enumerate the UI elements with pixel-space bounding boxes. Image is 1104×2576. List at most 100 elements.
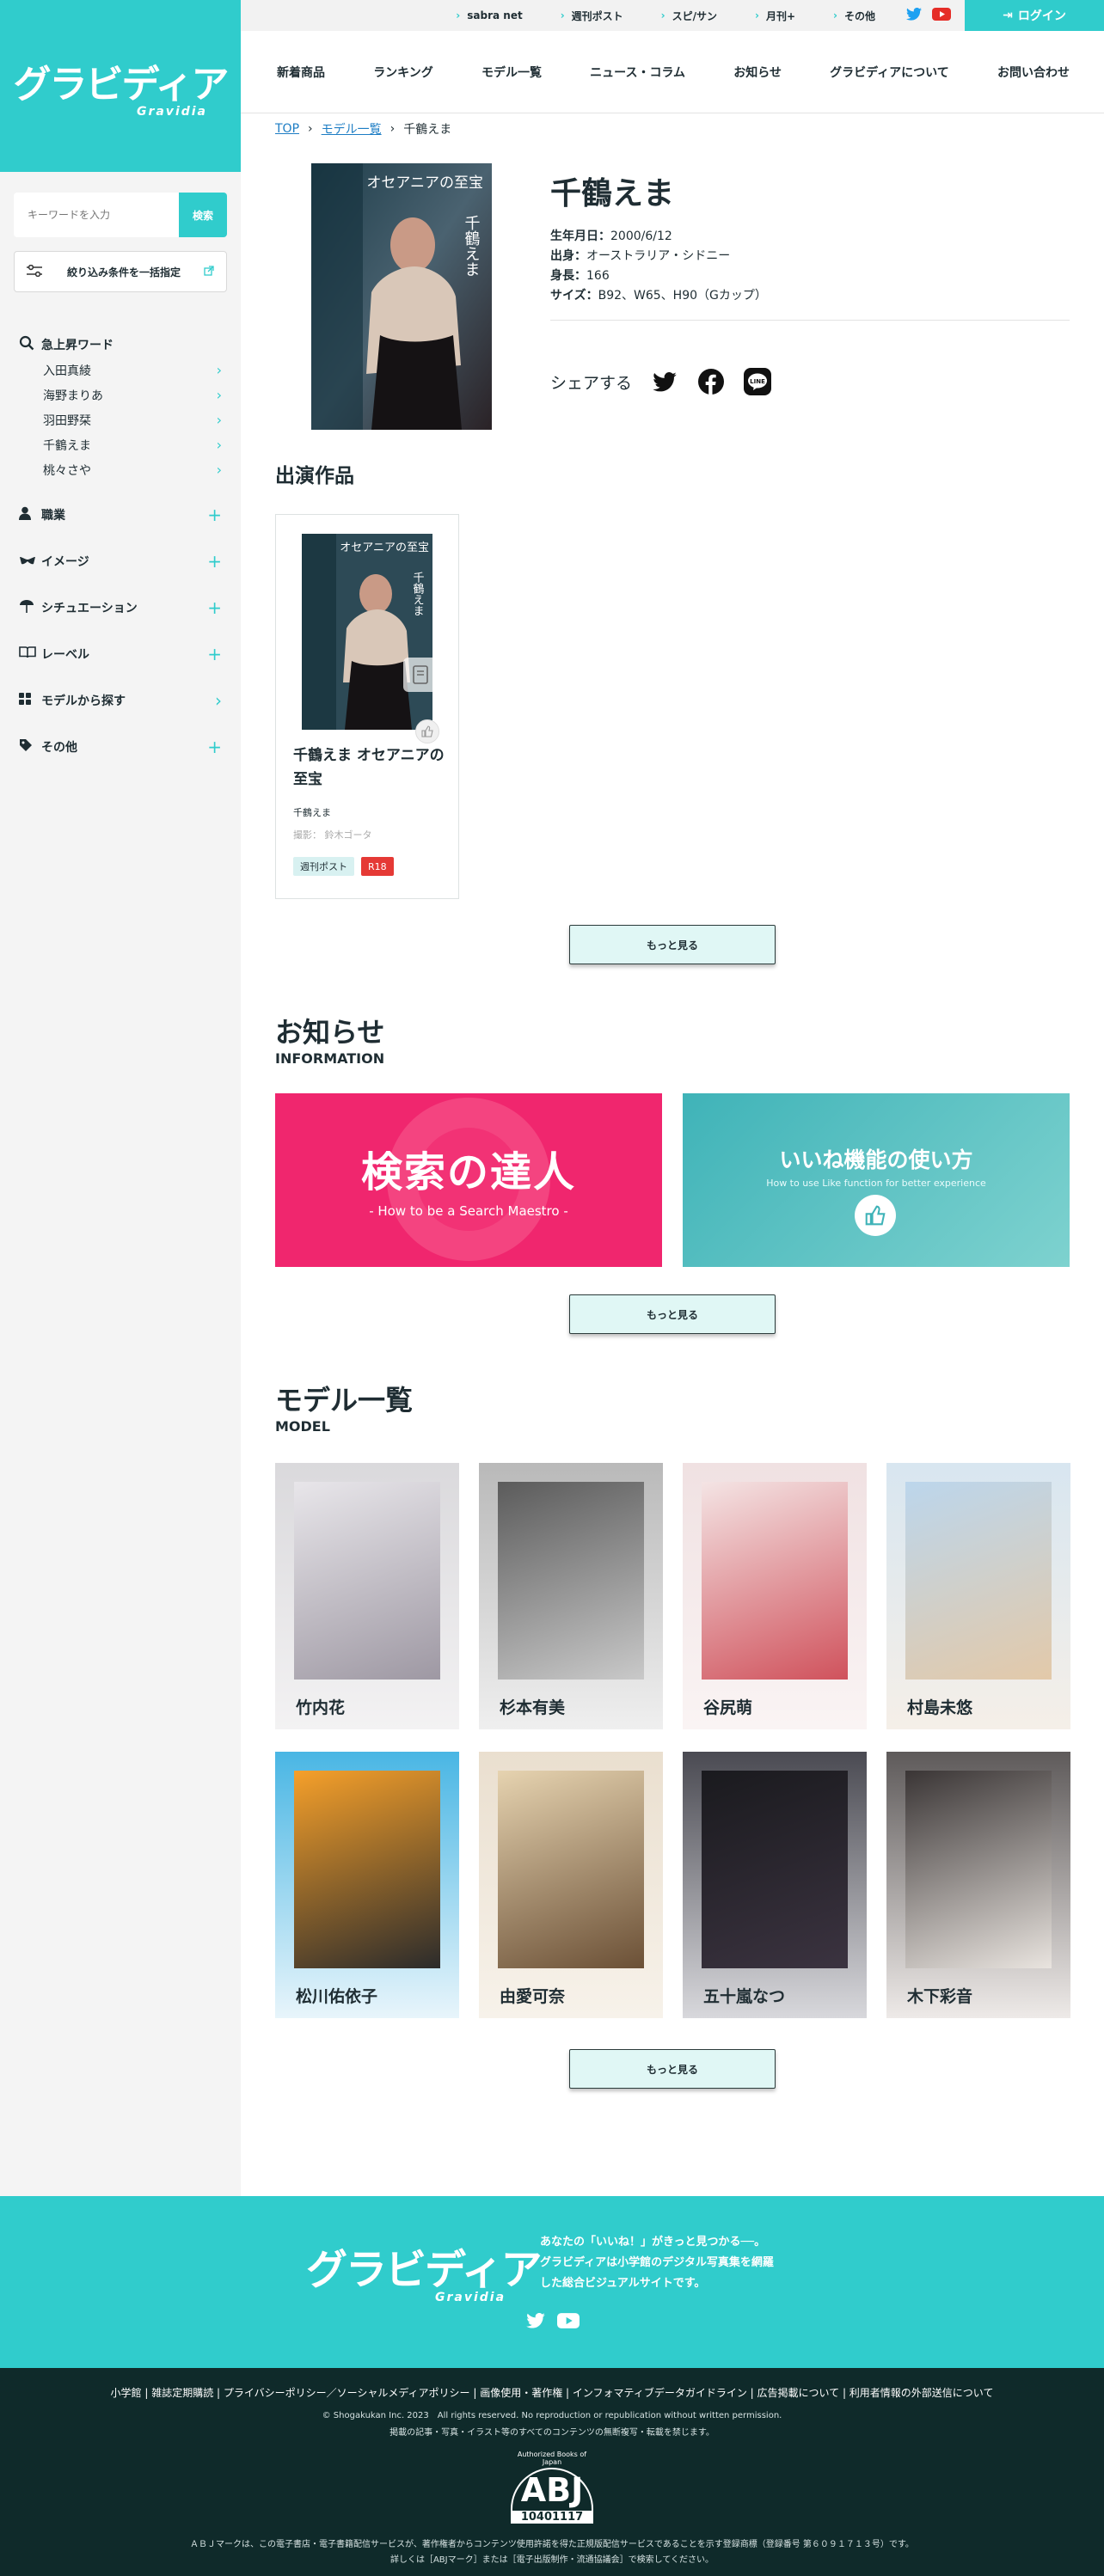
- model-card[interactable]: 竹内花: [275, 1463, 459, 1729]
- category-occupation[interactable]: 職業 +: [19, 502, 222, 528]
- filter-label: 絞り込み条件を一括指定: [66, 266, 181, 278]
- model-name: 木下彩音: [907, 1987, 973, 2006]
- trend-item[interactable]: 羽田野栞 ›: [19, 407, 222, 432]
- topbar-link[interactable]: › 月刊+: [755, 9, 795, 23]
- work-cover-title: オセアニアの至宝: [340, 542, 429, 554]
- nav-models[interactable]: モデル一覧: [481, 64, 542, 81]
- nav-new[interactable]: 新着商品: [277, 64, 325, 81]
- trend-item[interactable]: 桃々さや ›: [19, 457, 222, 482]
- beach-umbrella-icon: [19, 598, 41, 617]
- topbar-link[interactable]: › 週刊ポスト: [561, 9, 623, 23]
- model-photo: [702, 1771, 848, 1968]
- footer-links[interactable]: 小学館 | 雑誌定期購読 | プライバシーポリシー／ソーシャルメディアポリシー …: [0, 2385, 1104, 2400]
- r18-badge: R18: [361, 857, 394, 876]
- news-heading: お知らせ: [275, 1016, 385, 1049]
- abj-note-1: ＡＢＪマークは、この電子書店・電子書籍配信サービスが、著作権者からコンテンツ使用…: [190, 2540, 914, 2549]
- facebook-share-icon[interactable]: [697, 368, 725, 395]
- nav-ranking[interactable]: ランキング: [373, 64, 433, 81]
- model-card[interactable]: 谷尻萌: [683, 1463, 867, 1729]
- login-icon: ⇥: [1003, 9, 1013, 22]
- twitter-icon[interactable]: [526, 2312, 545, 2332]
- like-icon[interactable]: [415, 719, 439, 743]
- category-situation[interactable]: シチュエーション +: [19, 595, 222, 621]
- model-name: 村島未悠: [907, 1698, 973, 1717]
- search-input[interactable]: [14, 193, 179, 237]
- breadcrumb-top[interactable]: TOP: [275, 122, 299, 136]
- chevron-right-icon: ›: [308, 122, 313, 136]
- banner-search-maestro[interactable]: 検索の達人 - How to be a Search Maestro -: [275, 1093, 662, 1267]
- tagline-line: あなたの「いいね！」がきっと見つかる──。: [540, 2236, 766, 2249]
- search-button[interactable]: 検索: [179, 193, 227, 237]
- model-card[interactable]: 五十嵐なつ: [683, 1752, 867, 2018]
- model-photo: [294, 1771, 440, 1968]
- footer-social: [526, 2312, 580, 2332]
- work-card[interactable]: オセアニアの至宝 千鶴えま 千鶴えま オセアニアの至宝 千鶴えま 撮影： 鈴木ゴ…: [275, 514, 459, 899]
- login-button[interactable]: ⇥ ログイン: [965, 0, 1104, 31]
- abj-number: 10401117: [511, 2511, 593, 2524]
- news-more-button[interactable]: もっと見る: [569, 1294, 776, 1334]
- footer-tagline: あなたの「いいね！」がきっと見つかる──。 グラビディアは小学館のデジタル写真集…: [540, 2232, 774, 2294]
- topbar-link-label: 週刊ポスト: [571, 9, 623, 22]
- search-box: 検索: [14, 193, 227, 237]
- news-heading-en: INFORMATION: [275, 1050, 385, 1067]
- topbar-link[interactable]: › sabra net: [456, 9, 522, 21]
- work-title[interactable]: 千鶴えま オセアニアの至宝: [293, 743, 445, 792]
- tag-label[interactable]: 週刊ポスト: [293, 857, 354, 876]
- banner-like-function[interactable]: いいね機能の使い方 How to use Like function for b…: [683, 1093, 1070, 1267]
- model-card[interactable]: 杉本有美: [479, 1463, 663, 1729]
- line-share-icon[interactable]: LINE: [744, 368, 772, 395]
- model-card[interactable]: 木下彩音: [886, 1752, 1070, 2018]
- chevron-right-icon: ›: [660, 9, 665, 21]
- chevron-right-icon: ›: [215, 690, 222, 711]
- chevron-right-icon: ›: [755, 9, 759, 21]
- category-label: シチュエーション: [41, 602, 138, 615]
- nav-about[interactable]: グラビディアについて: [830, 64, 949, 81]
- model-profile: 生年月日：2000/6/12 出身：オーストラリア・シドニー 身長：166 サイ…: [550, 227, 767, 306]
- search-icon: [19, 335, 41, 354]
- works-more-button[interactable]: もっと見る: [569, 925, 776, 964]
- banner1-title: 検索の達人: [360, 1148, 576, 1196]
- nav-news[interactable]: ニュース・コラム: [590, 64, 685, 81]
- model-card[interactable]: 松川佑依子: [275, 1752, 459, 2018]
- model-card[interactable]: 村島未悠: [886, 1463, 1070, 1729]
- model-card[interactable]: 由愛可奈: [479, 1752, 663, 2018]
- filter-button[interactable]: 絞り込み条件を一括指定: [14, 251, 227, 292]
- abj-mark: Authorized Books of Japan ABJ 10401117: [507, 2451, 597, 2524]
- youtube-icon[interactable]: [932, 8, 951, 23]
- trend-item[interactable]: 千鶴えま ›: [19, 432, 222, 457]
- site-logo[interactable]: グラビディア Gravidia: [0, 0, 241, 172]
- trend-item[interactable]: 海野まりあ ›: [19, 382, 222, 407]
- twitter-icon[interactable]: [906, 7, 922, 23]
- model-name: 五十嵐なつ: [703, 1987, 786, 2006]
- copyright: © Shogakukan Inc. 2023 All rights reserv…: [322, 2411, 782, 2420]
- twitter-share-icon[interactable]: [651, 368, 678, 395]
- breadcrumb-models[interactable]: モデル一覧: [322, 120, 382, 138]
- book-icon[interactable]: [403, 658, 438, 692]
- category-label[interactable]: レーベル +: [19, 641, 222, 667]
- sidebar: グラビディア Gravidia 検索 絞り込み条件を一括指定 急上昇ワード 入田…: [0, 0, 241, 2196]
- size-label: サイズ：: [550, 289, 598, 303]
- trend-item[interactable]: 入田真綾 ›: [19, 358, 222, 382]
- bikini-icon: [19, 554, 41, 569]
- login-label: ログイン: [1017, 9, 1066, 23]
- topbar-link[interactable]: › スピ/サン: [661, 9, 717, 23]
- tag-icon: [19, 738, 41, 756]
- nav-contact[interactable]: お問い合わせ: [997, 64, 1070, 81]
- models-more-button[interactable]: もっと見る: [569, 2049, 776, 2089]
- topbar-link-label: その他: [843, 9, 875, 22]
- category-image[interactable]: イメージ +: [19, 548, 222, 574]
- trend-label: 桃々さや: [43, 463, 91, 478]
- model-photo: [498, 1771, 644, 1968]
- topbar-link[interactable]: › その他: [833, 9, 875, 23]
- category-other[interactable]: その他 +: [19, 734, 222, 760]
- works-heading: 出演作品: [275, 465, 354, 487]
- category-models[interactable]: モデルから探す ›: [19, 688, 222, 713]
- divider: [550, 320, 1070, 321]
- youtube-icon[interactable]: [557, 2313, 580, 2332]
- trend-label: 千鶴えま: [43, 438, 91, 453]
- nav-info[interactable]: お知らせ: [733, 64, 782, 81]
- banner2-title: いいね機能の使い方: [779, 1147, 973, 1172]
- logo-subtext: Gravidia: [136, 105, 208, 119]
- footer-logo[interactable]: グラビディア Gravidia: [306, 2236, 543, 2304]
- model-photo: [905, 1482, 1052, 1680]
